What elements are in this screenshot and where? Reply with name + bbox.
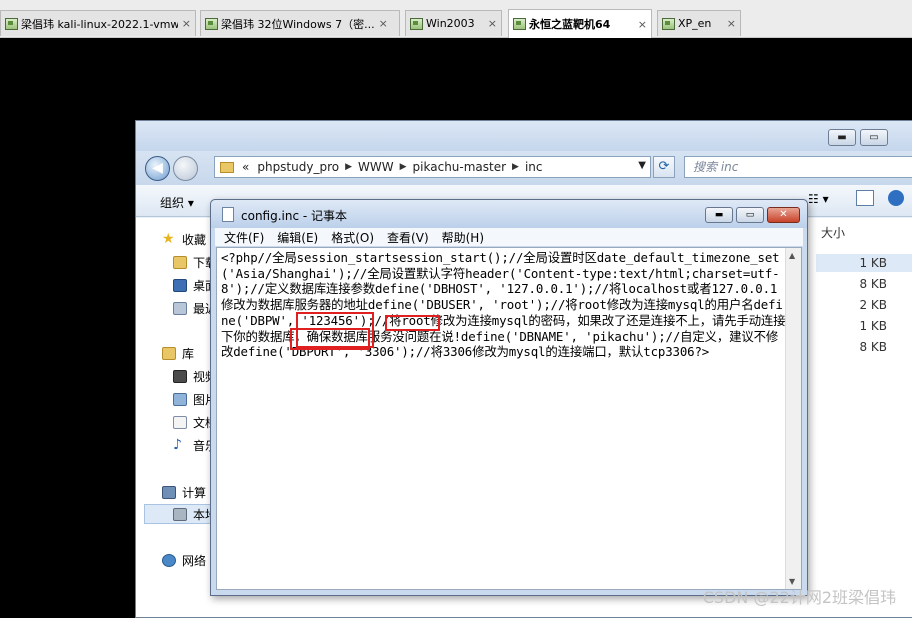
vm-tab-label: 梁倡玮 kali-linux-2022.1-vmw... [21, 17, 178, 31]
vm-tab-label: Win2003 [426, 17, 475, 30]
music-note-icon: ♪ [173, 437, 182, 453]
menu-file[interactable]: 文件(F) [224, 229, 264, 246]
file-size: 2 KB [859, 298, 887, 312]
vm-tab-bar: 梁倡玮 kali-linux-2022.1-vmw... × 梁倡玮 32位Wi… [0, 0, 912, 38]
maximize-button[interactable]: ▭ [736, 207, 764, 223]
breadcrumb-www[interactable]: WWW [358, 160, 394, 174]
disk-icon [173, 507, 187, 521]
vm-tab-xp[interactable]: XP_en × [657, 10, 741, 36]
vm-tab-label: 永恒之蓝靶机64 [529, 18, 611, 31]
view-controls: ☷ ▾ [802, 190, 912, 212]
nav-label: 计算 [182, 486, 207, 500]
close-icon[interactable]: × [379, 17, 388, 30]
vm-tab-win7[interactable]: 梁倡玮 32位Windows 7（密... × [200, 10, 400, 36]
close-icon[interactable]: × [638, 18, 647, 31]
scroll-up-arrow-icon[interactable]: ▲ [789, 251, 795, 260]
vm-tab-eternalblue[interactable]: 永恒之蓝靶机64 × [508, 9, 652, 38]
vertical-scrollbar[interactable]: ▲ ▼ [785, 248, 801, 589]
computer-icon [162, 486, 176, 499]
back-button[interactable]: ◀ [145, 156, 170, 181]
nav-label: 库 [182, 347, 195, 361]
vm-tab-kali[interactable]: 梁倡玮 kali-linux-2022.1-vmw... × [0, 10, 196, 36]
vm-icon [205, 17, 218, 30]
close-icon[interactable]: × [727, 17, 736, 30]
folder-icon [220, 161, 234, 173]
address-bar-area: ◀ « phpstudy_pro ▶ WWW ▶ pikachu-master … [136, 151, 912, 185]
preview-pane-icon[interactable] [856, 190, 874, 206]
menu-help[interactable]: 帮助(H) [442, 229, 484, 246]
chevron-down-icon[interactable]: ▼ [638, 160, 646, 171]
file-size: 8 KB [859, 340, 887, 354]
network-icon [162, 554, 176, 567]
file-size: 1 KB [859, 256, 887, 270]
vm-icon [5, 17, 18, 30]
notepad-title: config.inc - 记事本 [241, 209, 348, 223]
close-icon[interactable]: × [488, 17, 497, 30]
address-bar[interactable]: « phpstudy_pro ▶ WWW ▶ pikachu-master ▶ … [214, 156, 651, 178]
menu-view[interactable]: 查看(V) [387, 229, 429, 246]
minimize-button[interactable]: ▬ [705, 207, 733, 223]
menu-edit[interactable]: 编辑(E) [277, 229, 318, 246]
vm-tab-label: XP_en [678, 17, 712, 30]
search-input[interactable]: 搜索 inc [684, 156, 912, 178]
nav-network[interactable]: 网络 [162, 552, 206, 569]
highlight-box-root [385, 315, 440, 331]
nav-favorites[interactable]: ★ 收藏 [162, 231, 206, 248]
breadcrumb-pikachu[interactable]: pikachu-master [413, 160, 507, 174]
recent-places-icon [173, 302, 187, 315]
nav-label: 收藏 [182, 233, 207, 247]
close-icon[interactable]: × [182, 17, 191, 30]
menu-format[interactable]: 格式(O) [331, 229, 374, 246]
column-header-size[interactable]: 大小 [821, 224, 845, 241]
picture-icon [173, 393, 187, 406]
notepad-titlebar[interactable]: config.inc - 记事本 ▬ ▭ ✕ [211, 200, 807, 228]
file-size: 8 KB [859, 277, 887, 291]
breadcrumb-overflow[interactable]: « [242, 160, 249, 174]
highlight-box-password [290, 328, 370, 350]
breadcrumb-phpstudy[interactable]: phpstudy_pro [257, 160, 339, 174]
desktop-icon [173, 279, 187, 292]
watermark: CSDN @22计网2班梁倡玮 [702, 588, 896, 607]
notepad-editor[interactable]: <?php//全局session_startsession_start();//… [216, 247, 802, 590]
help-icon[interactable] [888, 190, 904, 206]
vm-tab-win2003[interactable]: Win2003 × [405, 10, 502, 36]
star-icon: ★ [162, 231, 175, 247]
vm-icon [410, 17, 423, 30]
forward-button[interactable] [173, 156, 198, 181]
nav-computer[interactable]: 计算 [162, 484, 206, 501]
chevron-right-icon[interactable]: ▶ [345, 162, 352, 172]
notepad-icon [222, 207, 234, 222]
breadcrumb-inc[interactable]: inc [525, 160, 543, 174]
view-menu-icon[interactable]: ☷ ▾ [808, 192, 829, 206]
close-button[interactable]: ✕ [767, 207, 800, 223]
document-icon [173, 416, 187, 429]
maximize-button[interactable]: ▭ [860, 129, 888, 146]
organize-button[interactable]: 组织 ▾ [160, 194, 194, 211]
explorer-titlebar: ▬ ▭ [136, 121, 912, 151]
chevron-right-icon[interactable]: ▶ [512, 162, 519, 172]
file-size: 1 KB [859, 319, 887, 333]
vm-tab-label: 梁倡玮 32位Windows 7（密... [221, 17, 375, 31]
vm-icon [662, 17, 675, 30]
vm-icon [513, 18, 526, 30]
nav-libraries[interactable]: 库 [162, 345, 194, 362]
refresh-button[interactable]: ⟳ [653, 156, 675, 178]
downloads-folder-icon [173, 256, 187, 269]
notepad-window: config.inc - 记事本 ▬ ▭ ✕ 文件(F) 编辑(E) 格式(O)… [210, 199, 808, 596]
menu-bar: 文件(F) 编辑(E) 格式(O) 查看(V) 帮助(H) [215, 228, 803, 246]
library-icon [162, 347, 176, 360]
minimize-button[interactable]: ▬ [828, 129, 856, 146]
nav-label: 网络 [182, 554, 207, 568]
video-icon [173, 370, 187, 383]
chevron-right-icon[interactable]: ▶ [400, 162, 407, 172]
